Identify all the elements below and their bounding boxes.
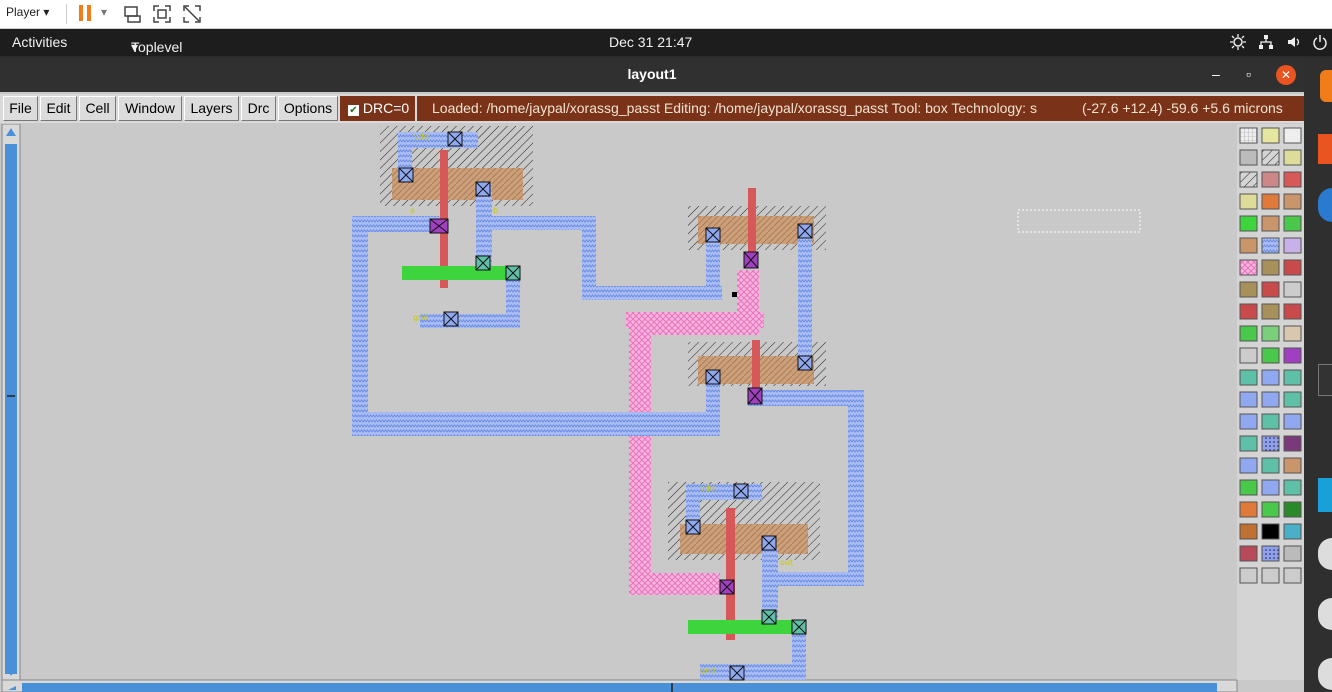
disc-icon[interactable] bbox=[1318, 538, 1332, 570]
pause-icon-bar bbox=[87, 5, 91, 21]
app-launcher-icon[interactable] bbox=[1318, 188, 1332, 222]
drc-label: DRC=0 bbox=[362, 100, 410, 116]
layout-editor[interactable] bbox=[0, 124, 1304, 692]
gnome-top-bar: Activities Toplevel ▾ Dec 31 21:47 bbox=[0, 29, 1332, 56]
power-icon[interactable] bbox=[1312, 34, 1328, 50]
magic-layout-window: layout1 – ▫ ✕ File Edit Cell Window Laye… bbox=[0, 58, 1304, 692]
layer-palette[interactable] bbox=[1237, 124, 1304, 680]
app-launcher-icon[interactable] bbox=[1318, 134, 1332, 164]
menu-window[interactable]: Window bbox=[118, 96, 182, 121]
cursor-coordinates: (-27.6 +12.4) -59.6 +5.6 microns bbox=[1066, 96, 1304, 121]
app-launcher-icon[interactable] bbox=[1318, 478, 1332, 512]
window-title: layout1 bbox=[627, 66, 677, 82]
disc-icon[interactable] bbox=[1318, 598, 1332, 630]
player-menu[interactable]: Player ▾ bbox=[6, 5, 49, 19]
app-launcher-icon[interactable] bbox=[1320, 70, 1332, 102]
net-label-out[interactable]: out bbox=[780, 558, 793, 567]
vertical-scrollbar[interactable] bbox=[1, 124, 21, 681]
status-bar: Loaded: /home/jaypal/xorassg_passt Editi… bbox=[417, 96, 1304, 121]
chevron-down-icon: ▾ bbox=[43, 5, 50, 19]
net-label-b[interactable]: b bbox=[493, 206, 498, 215]
clock[interactable]: Dec 31 21:47 bbox=[609, 34, 692, 50]
desktop-dock-strip bbox=[1304, 58, 1332, 692]
net-label-vdd[interactable]: vdd bbox=[414, 132, 429, 141]
send-ctrl-alt-del-icon[interactable] bbox=[122, 4, 142, 24]
player-label: Player bbox=[6, 5, 41, 19]
maximize-button[interactable]: ▫ bbox=[1246, 66, 1251, 82]
menu-file[interactable]: File bbox=[3, 96, 38, 121]
menubar: File Edit Cell Window Layers Drc Options… bbox=[0, 94, 1304, 123]
status-loaded-text: Loaded: /home/jaypal/xorassg_passt Editi… bbox=[432, 100, 1037, 116]
net-label-vdd[interactable]: vdd bbox=[700, 484, 715, 493]
pause-icon[interactable] bbox=[79, 5, 83, 21]
network-icon[interactable] bbox=[1258, 34, 1274, 50]
fullscreen-icon[interactable] bbox=[152, 4, 172, 24]
chevron-down-icon[interactable]: ▾ bbox=[101, 5, 107, 19]
menu-edit[interactable]: Edit bbox=[40, 96, 77, 121]
unity-mode-icon[interactable] bbox=[182, 4, 202, 24]
terminal-icon[interactable] bbox=[1318, 364, 1332, 396]
app-menu-label: Toplevel bbox=[131, 39, 183, 55]
menu-drc[interactable]: Drc bbox=[241, 96, 276, 121]
net-label-gnd[interactable]: gnd bbox=[413, 313, 428, 322]
net-label-a[interactable]: a bbox=[410, 206, 415, 215]
cursor-marker bbox=[732, 292, 737, 297]
menu-cell[interactable]: Cell bbox=[79, 96, 116, 121]
activities-button[interactable]: Activities bbox=[12, 34, 67, 50]
horizontal-scrollbar[interactable] bbox=[1, 679, 1238, 692]
menu-layers[interactable]: Layers bbox=[184, 96, 239, 121]
volume-icon[interactable] bbox=[1286, 34, 1302, 50]
disc-icon[interactable] bbox=[1318, 658, 1332, 690]
window-titlebar[interactable]: layout1 – ▫ ✕ bbox=[0, 58, 1304, 92]
drc-toggle[interactable]: ✔ DRC=0 bbox=[340, 96, 415, 121]
close-button[interactable]: ✕ bbox=[1276, 65, 1296, 85]
drc-checkbox[interactable]: ✔ bbox=[348, 105, 359, 116]
brightness-icon[interactable] bbox=[1230, 34, 1246, 50]
divider bbox=[66, 4, 67, 24]
palette-row-1 bbox=[1239, 127, 1302, 144]
layout-canvas-area: vdd a b gnd vdd out gnd bbox=[0, 124, 1304, 692]
vm-player-toolbar: Player ▾ ▾ bbox=[0, 0, 1332, 29]
minimize-button[interactable]: – bbox=[1212, 66, 1220, 82]
menu-options[interactable]: Options bbox=[278, 96, 338, 121]
net-label-gnd[interactable]: gnd bbox=[700, 666, 715, 675]
chevron-down-icon: ▾ bbox=[131, 39, 139, 55]
canvas-background[interactable] bbox=[20, 124, 1237, 680]
